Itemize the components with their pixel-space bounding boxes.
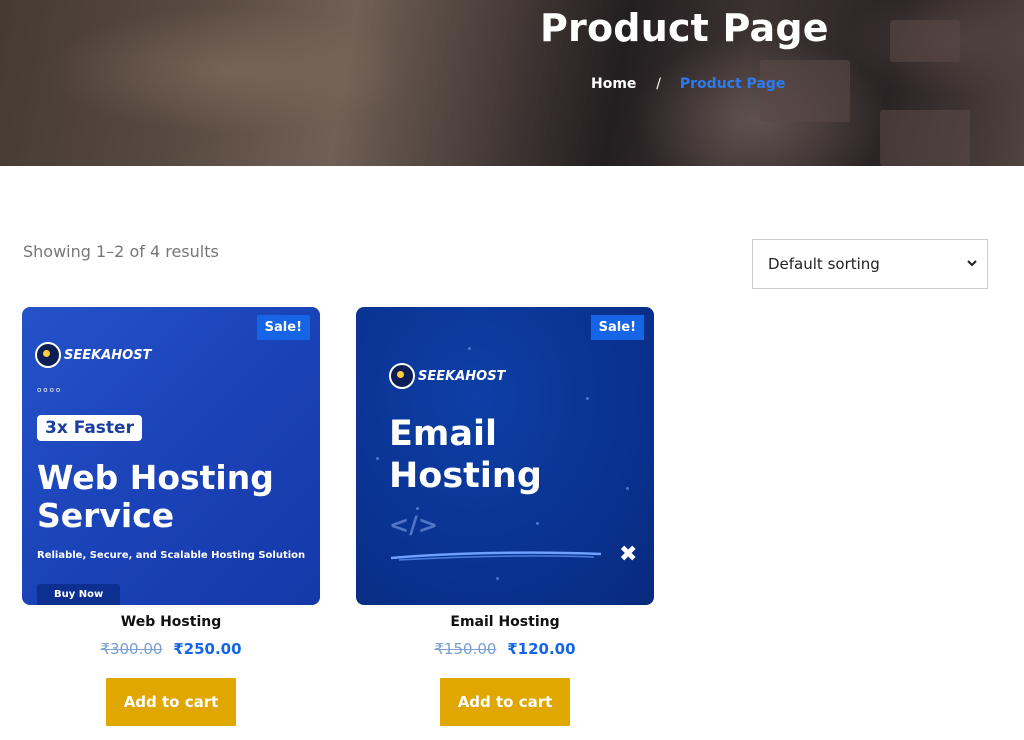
sort-selected-value: Default sorting [768, 255, 880, 273]
add-to-cart-button[interactable]: Add to cart [440, 678, 570, 726]
sort-select[interactable]: Default sorting [752, 239, 988, 289]
hero-overlay [0, 0, 1024, 166]
page-title: Product Page [540, 6, 829, 50]
image-badge: 3x Faster [37, 415, 142, 441]
image-tagline: Reliable, Secure, and Scalable Hosting S… [37, 550, 306, 561]
breadcrumb-current: Product Page [679, 76, 786, 92]
original-price: ₹150.00 [434, 640, 497, 658]
sale-price: ₹250.00 [173, 640, 242, 658]
product-card: SEEKAHOST oooo 3x Faster Web Hosting Ser… [22, 307, 320, 726]
product-price: ₹300.00 ₹250.00 [22, 640, 320, 658]
image-headline: Web Hosting Service [37, 458, 274, 535]
owl-logo-icon [389, 363, 415, 389]
image-cta: Buy Now [37, 584, 121, 605]
decor-speck [626, 487, 629, 490]
page-hero-banner: Product Page Home / Product Page [0, 0, 1024, 166]
product-card: SEEKAHOST Email Hosting </> ✖ Sale! Emai… [356, 307, 654, 726]
decor-speck [376, 457, 379, 460]
add-to-cart-button[interactable]: Add to cart [106, 678, 236, 726]
product-title[interactable]: Email Hosting [356, 614, 654, 630]
decor-speck [416, 507, 419, 510]
scribble-decoration [390, 551, 602, 561]
sale-price: ₹120.00 [507, 640, 576, 658]
product-title[interactable]: Web Hosting [22, 614, 320, 630]
chevron-down-icon [967, 259, 977, 270]
breadcrumb-home-link[interactable]: Home [591, 76, 636, 92]
result-count: Showing 1–2 of 4 results [23, 242, 219, 261]
product-image[interactable]: SEEKAHOST Email Hosting </> ✖ Sale! [356, 307, 654, 605]
seekahost-logo: SEEKAHOST [35, 342, 151, 368]
decor-speck [496, 577, 499, 580]
product-price: ₹150.00 ₹120.00 [356, 640, 654, 658]
close-x-icon: ✖ [619, 542, 638, 567]
seekahost-logo: SEEKAHOST [389, 363, 505, 389]
slide-dots: oooo [37, 386, 63, 394]
image-headline: Email Hosting [389, 414, 542, 496]
breadcrumb-separator: / [656, 76, 662, 92]
original-price: ₹300.00 [100, 640, 163, 658]
decor-speck [536, 522, 539, 525]
breadcrumb: Home / Product Page [591, 76, 785, 92]
sale-badge: Sale! [256, 315, 310, 340]
owl-logo-icon [35, 342, 61, 368]
product-image[interactable]: SEEKAHOST oooo 3x Faster Web Hosting Ser… [22, 307, 320, 605]
decor-speck [468, 347, 471, 350]
code-icon: </> [389, 511, 438, 539]
decor-speck [586, 397, 589, 400]
sale-badge: Sale! [590, 315, 644, 340]
